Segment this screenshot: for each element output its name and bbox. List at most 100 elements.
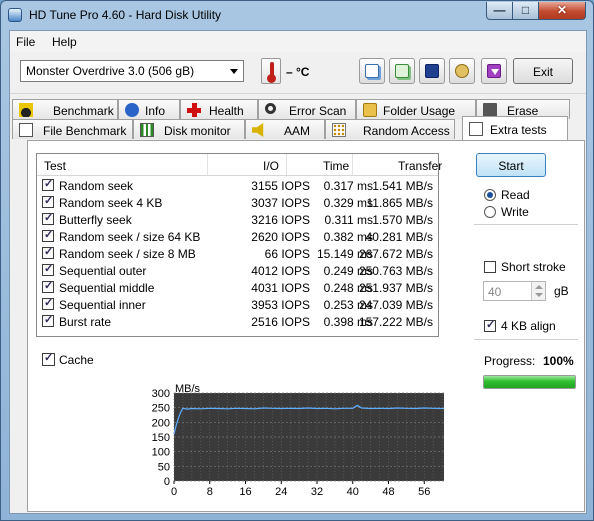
row-checkbox[interactable] <box>42 194 54 208</box>
row-transfer: 267.672 MB/s <box>358 247 433 261</box>
x-tick-label: 16 <box>239 486 251 498</box>
start-button[interactable]: Start <box>476 153 546 177</box>
maximize-button[interactable]: □ <box>512 2 539 20</box>
row-test-name: Butterfly seek <box>59 213 132 227</box>
table-row[interactable]: Butterfly seek 3216 IOPS 0.311 ms1.570 MB/… <box>37 211 438 228</box>
read-radio[interactable] <box>484 189 496 201</box>
table-row[interactable]: Burst rate2516 IOPS0.398 ms157.222 MB/s <box>37 313 438 330</box>
client-area: File Help Monster Overdrive 3.0 (506 gB)… <box>9 30 587 514</box>
maximize-icon: □ <box>521 3 530 17</box>
table-row[interactable]: Random seek 4 KB3037 IOPS0.329 ms11.865 … <box>37 194 438 211</box>
title-bar[interactable]: HD Tune Pro 4.60 - Hard Disk Utility — □… <box>1 1 593 29</box>
row-transfer: 11.865 MB/s <box>366 196 433 210</box>
tab-health[interactable]: Health <box>180 99 258 119</box>
menu-file[interactable]: File <box>16 35 35 49</box>
tab-aam[interactable]: AAM <box>245 119 325 139</box>
align-label: 4 KB align <box>501 319 556 333</box>
row-checkbox[interactable] <box>42 279 54 293</box>
close-button[interactable]: ✕ <box>538 2 586 20</box>
drive-select[interactable]: Monster Overdrive 3.0 (506 gB) <box>20 60 244 82</box>
row-test-name: Random seek / size 8 MB <box>59 247 196 261</box>
col-divider[interactable] <box>207 154 208 175</box>
row-checkbox[interactable] <box>42 313 54 327</box>
row-checkbox[interactable] <box>42 296 54 310</box>
row-transfer: 247.039 MB/s <box>358 298 433 312</box>
row-io: 2620 IOPS <box>251 230 310 244</box>
minimize-icon: — <box>493 3 506 17</box>
row-checkbox[interactable] <box>42 245 54 259</box>
close-icon: ✕ <box>556 3 568 17</box>
tab-folder-usage[interactable]: Folder Usage <box>356 99 476 119</box>
write-radio[interactable] <box>484 206 496 218</box>
col-divider[interactable] <box>352 154 353 175</box>
table-row[interactable]: Sequential inner3953 IOPS0.253 ms247.039… <box>37 296 438 313</box>
row-io: 3953 IOPS <box>251 298 310 312</box>
save-button[interactable] <box>419 58 445 84</box>
row-transfer: 250.763 MB/s <box>358 264 433 278</box>
tab-benchmark[interactable]: Benchmark <box>12 99 118 119</box>
row-time: 0.317 ms <box>323 179 373 193</box>
app-icon <box>8 8 22 22</box>
random-access-icon <box>332 123 346 137</box>
copy-all-button[interactable] <box>389 58 415 84</box>
col-io[interactable]: I/O <box>263 159 279 173</box>
row-io: 4012 IOPS <box>251 264 310 278</box>
row-time: 0.311 ms <box>324 213 373 227</box>
info-icon <box>125 103 139 117</box>
copy-button[interactable] <box>359 58 385 84</box>
table-row[interactable]: Random seek 3155 IOPS 0.317 ms1.541 MB/s <box>37 177 438 194</box>
transfer-chart: 0501001502002503000816243240485664MBMB/s <box>152 383 444 498</box>
tab-extra-tests[interactable]: Extra tests <box>462 116 568 140</box>
tab-random-access[interactable]: Random Access <box>325 119 455 139</box>
speaker-icon <box>252 123 264 137</box>
col-divider[interactable] <box>286 154 287 175</box>
health-cross-icon <box>187 103 201 117</box>
tab-disk-monitor[interactable]: Disk monitor <box>133 119 245 139</box>
row-transfer: 157.222 MB/s <box>358 315 433 329</box>
y-tick-label: 250 <box>152 403 170 415</box>
row-checkbox[interactable] <box>42 211 54 225</box>
row-test-name: Sequential inner <box>59 298 146 312</box>
row-io: 3216 IOPS <box>251 213 310 227</box>
benchmark-icon <box>19 103 33 117</box>
x-tick-label: 56 <box>418 486 430 498</box>
table-row[interactable]: Sequential middle4031 IOPS0.248 ms251.93… <box>37 279 438 296</box>
table-row[interactable]: Random seek / size 8 MB66 IOPS15.149 ms2… <box>37 245 438 262</box>
exit-button[interactable]: Exit <box>513 58 573 84</box>
separator <box>474 224 578 225</box>
spin-down-icon <box>535 293 543 297</box>
read-label: Read <box>501 188 530 202</box>
row-checkbox[interactable] <box>42 262 54 276</box>
y-tick-label: 50 <box>158 461 170 473</box>
short-stroke-spinner[interactable] <box>531 282 545 300</box>
write-label: Write <box>501 205 529 219</box>
row-io: 2516 IOPS <box>251 315 310 329</box>
align-checkbox[interactable] <box>484 318 496 332</box>
x-tick-label: 32 <box>311 486 323 498</box>
table-row[interactable]: Random seek / size 64 KB2620 IOPS0.382 m… <box>37 228 438 245</box>
cache-checkbox[interactable] <box>42 351 55 366</box>
menu-help[interactable]: Help <box>52 35 77 49</box>
minimize-button[interactable]: — <box>486 2 513 20</box>
progress-label: Progress: <box>484 354 536 368</box>
x-tick-label: 48 <box>382 486 394 498</box>
tab-file-benchmark[interactable]: File Benchmark <box>12 119 133 139</box>
copy-all-icon <box>395 64 409 78</box>
tab-info[interactable]: Info <box>118 99 180 119</box>
drive-select-value: Monster Overdrive 3.0 (506 gB) <box>26 64 195 78</box>
magnifier-icon <box>265 103 276 114</box>
x-tick-label: 40 <box>347 486 359 498</box>
col-time[interactable]: Time <box>323 159 349 173</box>
toolbar: Monster Overdrive 3.0 (506 gB) – °C Exit <box>10 52 586 94</box>
short-stroke-checkbox[interactable] <box>484 261 496 273</box>
col-test[interactable]: Test <box>44 159 66 173</box>
row-test-name: Burst rate <box>59 315 112 329</box>
options-button[interactable] <box>449 58 475 84</box>
row-checkbox[interactable] <box>42 228 54 242</box>
download-button[interactable] <box>481 58 507 84</box>
x-tick-label: 0 <box>171 486 177 498</box>
col-transfer[interactable]: Transfer <box>398 159 442 173</box>
tab-error-scan[interactable]: Error Scan <box>258 99 356 119</box>
row-checkbox[interactable] <box>42 177 54 191</box>
table-row[interactable]: Sequential outer4012 IOPS0.249 ms250.763… <box>37 262 438 279</box>
